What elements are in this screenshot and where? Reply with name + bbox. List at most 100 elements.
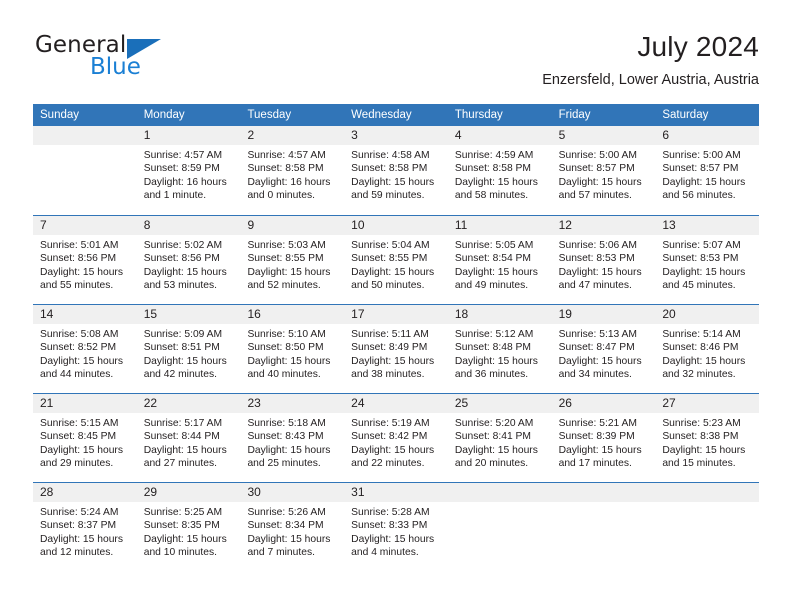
day-sun-info: Sunrise: 5:04 AM Sunset: 8:55 PM Daylight:… xyxy=(344,235,448,292)
day-cell[interactable]: 21 Sunrise: 5:15 AM Sunset: 8:45 PM Dayligh… xyxy=(33,394,137,482)
day-cell[interactable]: 16 Sunrise: 5:10 AM Sunset: 8:50 PM Dayligh… xyxy=(240,305,345,393)
day-cell[interactable]: 20 Sunrise: 5:14 AM Sunset: 8:46 PM Dayligh… xyxy=(655,305,760,393)
sunrise-text: Sunrise: 5:23 AM xyxy=(662,418,741,429)
sunrise-text: Sunrise: 4:59 AM xyxy=(454,150,534,161)
daylight-text: Daylight: 15 hours and 38 minutes. xyxy=(351,355,435,380)
day-sun-info: Sunrise: 5:11 AM Sunset: 8:49 PM Daylight:… xyxy=(344,324,448,381)
day-cell[interactable]: 30 Sunrise: 5:26 AM Sunset: 8:34 PM Dayligh… xyxy=(240,483,345,571)
day-sun-info: Sunrise: 5:26 AM Sunset: 8:34 PM Daylight:… xyxy=(240,502,344,559)
day-number: 24 xyxy=(344,394,448,413)
daylight-text: Daylight: 15 hours and 45 minutes. xyxy=(662,266,746,291)
sunset-text: Sunset: 8:55 PM xyxy=(351,253,428,265)
day-cell[interactable]: 5 Sunrise: 5:00 AM Sunset: 8:57 PM Daylight… xyxy=(551,126,656,215)
day-cell[interactable]: 11 Sunrise: 5:05 AM Sunset: 8:54 PM Dayligh… xyxy=(447,216,552,304)
sunset-text: Sunset: 8:58 PM xyxy=(454,163,532,175)
day-cell[interactable]: 12 Sunrise: 5:06 AM Sunset: 8:53 PM Dayligh… xyxy=(551,216,656,304)
day-number: 11 xyxy=(447,216,552,235)
calendar-week-row: 21 Sunrise: 5:15 AM Sunset: 8:45 PM Dayligh… xyxy=(33,393,760,482)
day-number: 26 xyxy=(551,394,656,413)
day-sun-info: Sunrise: 5:28 AM Sunset: 8:33 PM Daylight:… xyxy=(344,502,448,559)
day-cell[interactable]: 28 Sunrise: 5:24 AM Sunset: 8:37 PM Dayligh… xyxy=(33,483,137,571)
day-cell[interactable]: 15 Sunrise: 5:09 AM Sunset: 8:51 PM Dayligh… xyxy=(136,305,241,393)
daylight-text: Daylight: 15 hours and 59 minutes. xyxy=(351,176,435,201)
day-sun-info: Sunrise: 5:17 AM Sunset: 8:44 PM Daylight:… xyxy=(137,413,241,470)
day-sun-info: Sunrise: 4:57 AM Sunset: 8:58 PM Daylight:… xyxy=(240,145,344,202)
weekday-header-tuesday: Tuesday xyxy=(247,109,292,121)
daylight-text: Daylight: 15 hours and 36 minutes. xyxy=(454,355,538,380)
day-number xyxy=(447,483,552,502)
sunset-text: Sunset: 8:56 PM xyxy=(40,253,117,265)
daylight-text: Daylight: 15 hours and 34 minutes. xyxy=(558,355,642,380)
daylight-text: Daylight: 15 hours and 17 minutes. xyxy=(558,444,642,469)
day-sun-info: Sunrise: 5:15 AM Sunset: 8:45 PM Daylight:… xyxy=(33,413,137,470)
sunrise-text: Sunrise: 5:10 AM xyxy=(247,329,326,340)
day-sun-info: Sunrise: 5:00 AM Sunset: 8:57 PM Daylight:… xyxy=(552,145,656,202)
sunrise-text: Sunrise: 5:25 AM xyxy=(143,507,223,518)
sunset-text: Sunset: 8:35 PM xyxy=(143,520,220,532)
day-cell[interactable]: 3 Sunrise: 4:58 AM Sunset: 8:58 PM Daylight… xyxy=(344,126,448,215)
calendar-week-row: 7 Sunrise: 5:01 AM Sunset: 8:56 PM Daylight… xyxy=(33,215,760,304)
sunset-text: Sunset: 8:41 PM xyxy=(454,431,532,443)
day-cell[interactable]: 13 Sunrise: 5:07 AM Sunset: 8:53 PM Dayligh… xyxy=(655,216,760,304)
calendar-page: General Blue July 2024 Enzersfeld, Lower… xyxy=(0,0,792,612)
weekday-header-thursday: Thursday xyxy=(454,109,503,121)
day-sun-info: Sunrise: 5:12 AM Sunset: 8:48 PM Daylight:… xyxy=(448,324,552,381)
calendar-week-row: 1 Sunrise: 4:57 AM Sunset: 8:59 PM Daylight… xyxy=(33,126,760,215)
day-sun-info: Sunrise: 5:19 AM Sunset: 8:42 PM Daylight:… xyxy=(344,413,448,470)
day-number: 28 xyxy=(33,483,137,502)
day-cell[interactable]: 29 Sunrise: 5:25 AM Sunset: 8:35 PM Dayligh… xyxy=(136,483,241,571)
day-sun-info: Sunrise: 5:13 AM Sunset: 8:47 PM Daylight:… xyxy=(552,324,656,381)
day-number xyxy=(33,126,137,145)
day-cell[interactable]: 8 Sunrise: 5:02 AM Sunset: 8:56 PM Daylight… xyxy=(136,216,241,304)
day-cell[interactable]: 26 Sunrise: 5:21 AM Sunset: 8:39 PM Dayligh… xyxy=(551,394,656,482)
calendar-grid: Sunday Monday Tuesday Wednesday Thursday Frid… xyxy=(33,104,760,571)
sunset-text: Sunset: 8:57 PM xyxy=(662,163,739,175)
day-cell[interactable]: 17 Sunrise: 5:11 AM Sunset: 8:49 PM Dayligh… xyxy=(344,305,448,393)
day-cell[interactable]: 19 Sunrise: 5:13 AM Sunset: 8:47 PM Dayligh… xyxy=(551,305,656,393)
sunrise-text: Sunrise: 5:20 AM xyxy=(454,418,534,429)
day-cell[interactable]: 23 Sunrise: 5:18 AM Sunset: 8:43 PM Dayligh… xyxy=(240,394,345,482)
day-cell[interactable]: 22 Sunrise: 5:17 AM Sunset: 8:44 PM Dayligh… xyxy=(136,394,241,482)
sunset-text: Sunset: 8:33 PM xyxy=(351,520,428,532)
daylight-text: Daylight: 15 hours and 58 minutes. xyxy=(454,176,538,201)
day-cell[interactable]: 10 Sunrise: 5:04 AM Sunset: 8:55 PM Dayligh… xyxy=(344,216,448,304)
day-number: 27 xyxy=(655,394,760,413)
sunrise-text: Sunrise: 5:12 AM xyxy=(454,329,534,340)
daylight-text: Daylight: 15 hours and 47 minutes. xyxy=(558,266,642,291)
day-number: 12 xyxy=(551,216,656,235)
day-cell[interactable]: 9 Sunrise: 5:03 AM Sunset: 8:55 PM Daylight… xyxy=(240,216,345,304)
day-number: 13 xyxy=(655,216,760,235)
day-cell[interactable]: 14 Sunrise: 5:08 AM Sunset: 8:52 PM Dayligh… xyxy=(33,305,137,393)
sunrise-text: Sunrise: 5:04 AM xyxy=(351,240,430,251)
daylight-text: Daylight: 15 hours and 52 minutes. xyxy=(247,266,331,291)
sunset-text: Sunset: 8:34 PM xyxy=(247,520,324,532)
day-number: 1 xyxy=(136,126,241,145)
day-cell[interactable]: 2 Sunrise: 4:57 AM Sunset: 8:58 PM Daylight… xyxy=(240,126,345,215)
day-cell[interactable]: 6 Sunrise: 5:00 AM Sunset: 8:57 PM Daylight… xyxy=(655,126,760,215)
page-title: July 2024 xyxy=(637,31,759,62)
day-cell-empty xyxy=(33,126,137,215)
day-cell-empty xyxy=(551,483,656,571)
day-cell[interactable]: 1 Sunrise: 4:57 AM Sunset: 8:59 PM Daylight… xyxy=(136,126,241,215)
sunset-text: Sunset: 8:38 PM xyxy=(662,431,739,443)
day-cell-empty xyxy=(655,483,760,571)
day-cell[interactable]: 24 Sunrise: 5:19 AM Sunset: 8:42 PM Dayligh… xyxy=(344,394,448,482)
sunset-text: Sunset: 8:48 PM xyxy=(454,342,532,354)
sunrise-text: Sunrise: 5:26 AM xyxy=(247,507,326,518)
day-sun-info: Sunrise: 5:01 AM Sunset: 8:56 PM Daylight:… xyxy=(33,235,137,292)
daylight-text: Daylight: 15 hours and 12 minutes. xyxy=(40,533,123,558)
day-cell[interactable]: 18 Sunrise: 5:12 AM Sunset: 8:48 PM Dayligh… xyxy=(447,305,552,393)
day-cell[interactable]: 4 Sunrise: 4:59 AM Sunset: 8:58 PM Daylight… xyxy=(447,126,552,215)
sunrise-text: Sunrise: 4:58 AM xyxy=(351,150,430,161)
sunset-text: Sunset: 8:58 PM xyxy=(351,163,428,175)
general-blue-logo[interactable]: General Blue xyxy=(33,30,253,90)
day-cell[interactable]: 7 Sunrise: 5:01 AM Sunset: 8:56 PM Daylight… xyxy=(33,216,137,304)
daylight-text: Daylight: 15 hours and 42 minutes. xyxy=(143,355,227,380)
title-block: July 2024 Enzersfeld, Lower Austria, Aus… xyxy=(542,30,759,89)
sunset-text: Sunset: 8:39 PM xyxy=(558,431,635,443)
day-cell[interactable]: 27 Sunrise: 5:23 AM Sunset: 8:38 PM Dayligh… xyxy=(655,394,760,482)
day-number: 4 xyxy=(447,126,552,145)
day-cell[interactable]: 31 Sunrise: 5:28 AM Sunset: 8:33 PM Dayligh… xyxy=(344,483,448,571)
day-cell[interactable]: 25 Sunrise: 5:20 AM Sunset: 8:41 PM Dayligh… xyxy=(447,394,552,482)
day-number: 20 xyxy=(655,305,760,324)
